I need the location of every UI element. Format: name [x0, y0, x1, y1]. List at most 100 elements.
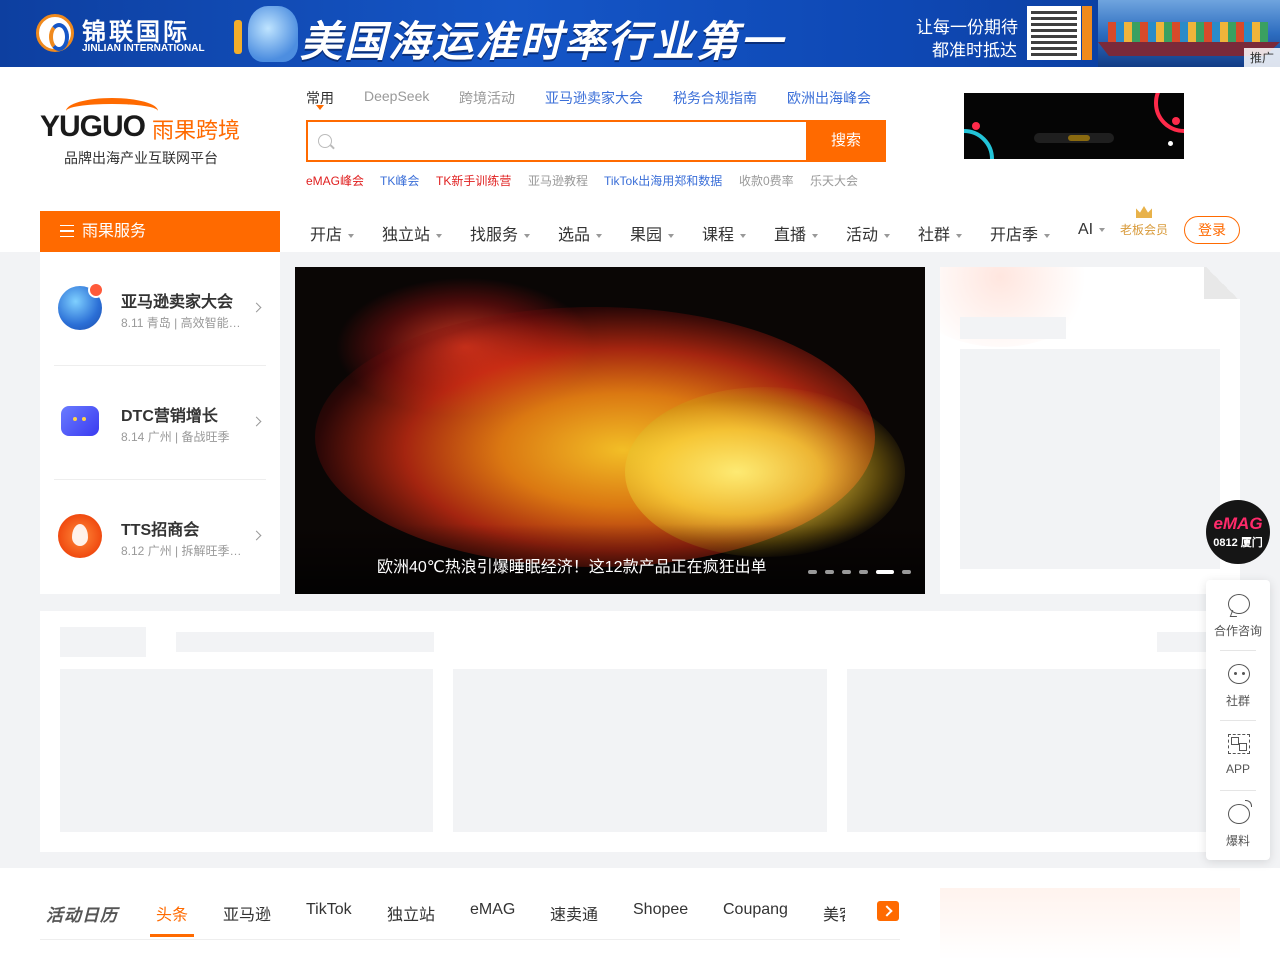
banner-headline: 美国海运准时率行业第一	[300, 18, 785, 65]
nav-label: AI	[1078, 221, 1094, 238]
news-tab-headline[interactable]: 头条	[156, 901, 188, 925]
skeleton-title	[60, 627, 146, 657]
event-subtitle: 8.12 广州 | 拆解旺季…	[121, 544, 242, 558]
nav-label: 果园	[630, 227, 663, 244]
fire-icon	[58, 514, 102, 558]
tabs-next-arrow-icon[interactable]	[877, 901, 899, 921]
event-subtitle: 8.11 青岛 | 高效智能…	[121, 316, 241, 330]
nav-item-store-season[interactable]: 开店季	[990, 221, 1051, 245]
hot-word[interactable]: TikTok出海用郑和数据	[604, 172, 722, 189]
search-button[interactable]: 搜索	[806, 120, 886, 162]
header-ad-image[interactable]	[964, 93, 1184, 159]
hero-carousel[interactable]: 欧洲40℃热浪引爆睡眠经济！这12款产品正在疯狂出单	[295, 267, 925, 594]
skeleton-card	[60, 669, 433, 832]
nav-label: 找服务	[470, 227, 519, 244]
banner-qr-code-icon	[1027, 6, 1081, 60]
news-tab-meike[interactable]: 美客	[823, 901, 845, 925]
caret-down-icon	[1099, 227, 1106, 232]
nav-item-community[interactable]: 社群	[918, 221, 963, 245]
nav-item-courses[interactable]: 课程	[702, 221, 747, 245]
menu-icon	[60, 225, 74, 237]
banner-brand-cn: 锦联国际	[82, 19, 190, 46]
float-label: 社群	[1225, 694, 1250, 708]
ad-ring-decoration	[964, 129, 994, 159]
hero-caption: 欧洲40℃热浪引爆睡眠经济！这12款产品正在疯狂出单	[377, 559, 767, 576]
search-tab-tax-guide[interactable]: 税务合规指南	[673, 88, 757, 108]
login-button[interactable]: 登录	[1184, 216, 1240, 244]
news-tab-tiktok[interactable]: TikTok	[306, 901, 352, 919]
float-label: 合作咨询	[1213, 624, 1262, 638]
hot-word[interactable]: 收款0费率	[739, 172, 794, 189]
nav-item-independent-site[interactable]: 独立站	[382, 221, 443, 245]
carousel-dot[interactable]	[825, 570, 834, 574]
search-tab-amazon-conference[interactable]: 亚马逊卖家大会	[545, 88, 643, 108]
news-tab-emag[interactable]: eMAG	[470, 901, 515, 919]
news-tab-coupang[interactable]: Coupang	[723, 901, 788, 919]
hot-word[interactable]: TK新手训练营	[436, 172, 511, 189]
news-tab-shopee[interactable]: Shopee	[633, 901, 688, 919]
hot-word[interactable]: TK峰会	[380, 172, 419, 189]
active-tab-caret-icon	[316, 105, 324, 110]
top-banner-ad[interactable]: 锦联国际 JINLIAN INTERNATIONAL 美国海运准时率行业第一 让…	[0, 0, 1280, 67]
nav-item-ai[interactable]: AI	[1078, 221, 1106, 239]
news-tab-independent-site[interactable]: 独立站	[387, 901, 435, 925]
carousel-dot[interactable]	[859, 570, 868, 574]
activity-calendar-link[interactable]: 活动日历	[46, 901, 118, 926]
nav-item-live[interactable]: 直播	[774, 221, 819, 245]
caret-down-icon	[668, 233, 675, 238]
banner-qr-side-strip	[1082, 6, 1092, 60]
search-input[interactable]	[306, 120, 808, 162]
vip-member-link[interactable]: 老板会员	[1120, 206, 1168, 238]
skeleton-card	[847, 669, 1220, 832]
event-item[interactable]: TTS招商会 8.12 广州 | 拆解旺季…	[54, 480, 266, 594]
event-item[interactable]: 亚马逊卖家大会 8.11 青岛 | 高效智能…	[54, 252, 266, 366]
emag-float-badge[interactable]: eMAG 0812 厦门	[1206, 500, 1270, 564]
search-tab-events[interactable]: 跨境活动	[459, 88, 515, 108]
caret-down-icon	[740, 233, 747, 238]
event-item[interactable]: DTC营销增长 8.14 广州 | 备战旺季	[54, 366, 266, 480]
banner-slogan-line2: 都准时抵达	[932, 41, 1017, 60]
float-item-app[interactable]: APP	[1206, 720, 1270, 790]
hot-word[interactable]: 乐天大会	[810, 172, 858, 189]
search-tab-europe-summit[interactable]: 欧洲出海峰会	[787, 88, 871, 108]
nav-label: 开店季	[990, 227, 1039, 244]
skeleton-title	[960, 317, 1066, 339]
globe-icon	[58, 282, 104, 330]
nav-label: 社群	[918, 227, 951, 244]
carousel-dot[interactable]	[902, 570, 911, 574]
float-item-community[interactable]: 社群	[1206, 650, 1270, 720]
carousel-dot[interactable]	[842, 570, 851, 574]
tabs-divider	[40, 939, 900, 940]
qr-code-icon	[1228, 734, 1250, 754]
caret-down-icon	[884, 233, 891, 238]
hot-word[interactable]: 亚马逊教程	[528, 172, 588, 189]
search-icon	[318, 134, 332, 148]
chevron-right-icon	[251, 302, 262, 313]
nav-item-open-store[interactable]: 开店	[310, 221, 355, 245]
news-tab-aliexpress[interactable]: 速卖通	[550, 901, 598, 925]
chat-icon	[1228, 594, 1250, 614]
news-tab-amazon[interactable]: 亚马逊	[223, 901, 271, 925]
ad-ring-decoration	[1154, 93, 1184, 133]
logo-tagline: 品牌出海产业互联网平台	[64, 150, 218, 166]
carousel-dot[interactable]	[808, 570, 817, 574]
event-title: 亚马逊卖家大会	[121, 294, 234, 311]
caret-down-icon	[956, 233, 963, 238]
right-card-placeholder-2	[940, 888, 1240, 960]
nav-item-product-selection[interactable]: 选品	[558, 221, 603, 245]
chevron-right-icon	[251, 530, 262, 541]
float-item-consult[interactable]: 合作咨询	[1206, 580, 1270, 650]
active-tab-underline	[150, 934, 194, 937]
nav-label: 独立站	[382, 227, 431, 244]
nav-item-find-service[interactable]: 找服务	[470, 221, 531, 245]
yuguo-services-button[interactable]: 雨果服务	[40, 211, 280, 252]
carousel-dot-active[interactable]	[876, 570, 894, 574]
hot-word[interactable]: eMAG峰会	[306, 172, 364, 189]
ad-dot-decoration	[1168, 141, 1173, 146]
nav-item-orchard[interactable]: 果园	[630, 221, 675, 245]
event-title: TTS招商会	[121, 522, 200, 539]
float-item-tipoff[interactable]: 爆料	[1206, 790, 1270, 860]
search-tab-deepseek[interactable]: DeepSeek	[364, 88, 429, 104]
nav-item-activities[interactable]: 活动	[846, 221, 891, 245]
skeleton-card	[453, 669, 827, 832]
